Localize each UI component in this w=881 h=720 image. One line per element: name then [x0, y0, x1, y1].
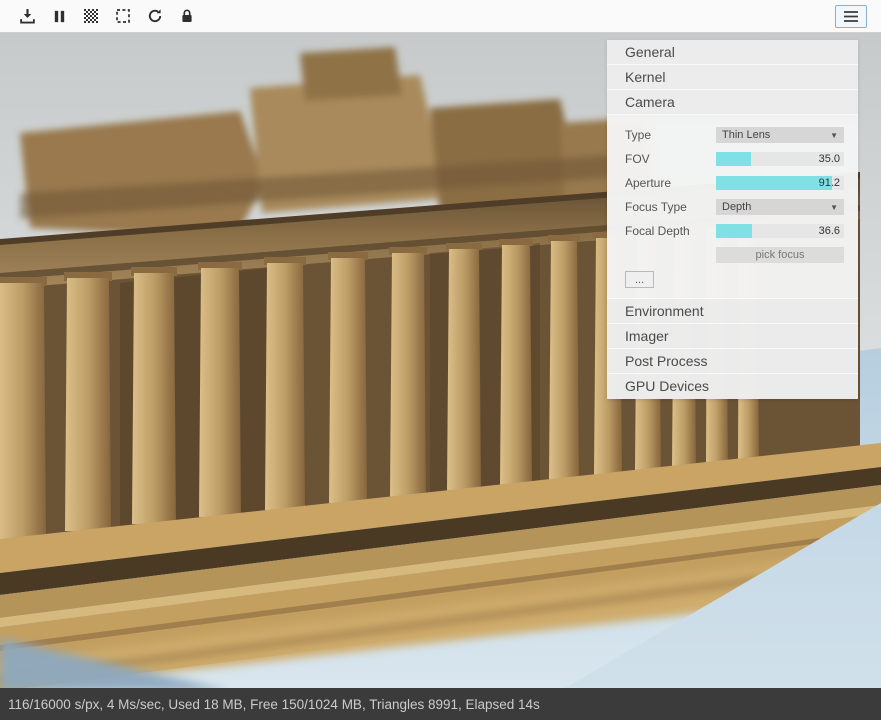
- pick-focus-row: pick focus: [625, 243, 844, 267]
- settings-panel: General Kernel Camera Type Thin Lens ▼ F…: [607, 40, 858, 399]
- focus-type-row: Focus Type Depth ▼: [625, 195, 844, 219]
- focus-type-label: Focus Type: [625, 200, 687, 214]
- render-viewport[interactable]: General Kernel Camera Type Thin Lens ▼ F…: [0, 33, 881, 688]
- section-post-process[interactable]: Post Process: [607, 349, 858, 374]
- fov-label: FOV: [625, 152, 650, 166]
- aperture-value: 91.2: [818, 177, 840, 189]
- more-options-button[interactable]: ...: [625, 271, 655, 288]
- aperture-slider-fill: [716, 176, 833, 190]
- focal-depth-slider-fill: [716, 224, 752, 238]
- dither-grid-icon: [84, 9, 98, 23]
- status-bar: 116/16000 s/px, 4 Ms/sec, Used 18 MB, Fr…: [0, 688, 881, 720]
- more-row: ...: [625, 267, 844, 288]
- dither-button[interactable]: [78, 4, 104, 28]
- toolbar: [0, 0, 881, 33]
- focus-type-select[interactable]: Depth ▼: [716, 199, 844, 215]
- restart-render-icon: [148, 9, 162, 23]
- section-camera[interactable]: Camera: [607, 90, 858, 115]
- chevron-down-icon: ▼: [830, 130, 838, 140]
- focal-depth-row: Focal Depth 36.6: [625, 219, 844, 243]
- focal-depth-value: 36.6: [818, 225, 840, 237]
- download-icon: [19, 8, 35, 23]
- fov-slider-fill: [716, 152, 751, 166]
- pick-focus-button[interactable]: pick focus: [716, 247, 844, 263]
- render-stats-text: 116/16000 s/px, 4 Ms/sec, Used 18 MB, Fr…: [8, 696, 540, 712]
- download-button[interactable]: [14, 4, 40, 28]
- menu-button[interactable]: [835, 4, 867, 28]
- section-kernel[interactable]: Kernel: [607, 65, 858, 90]
- lock-icon: [182, 9, 192, 22]
- fov-row: FOV 35.0: [625, 147, 844, 171]
- section-general[interactable]: General: [607, 40, 858, 65]
- focus-type-value: Depth: [722, 201, 752, 213]
- camera-type-value: Thin Lens: [722, 129, 771, 141]
- fov-value: 35.0: [818, 153, 840, 165]
- restart-render-button[interactable]: [142, 4, 168, 28]
- focal-depth-slider[interactable]: 36.6: [716, 224, 844, 238]
- focal-depth-label: Focal Depth: [625, 224, 690, 238]
- selection-region-icon: [116, 9, 130, 23]
- lock-button[interactable]: [174, 4, 200, 28]
- menu-icon: [844, 10, 858, 22]
- chevron-down-icon: ▼: [830, 202, 838, 212]
- region-select-button[interactable]: [110, 4, 136, 28]
- aperture-slider[interactable]: 91.2: [716, 176, 844, 190]
- aperture-label: Aperture: [625, 176, 672, 190]
- camera-type-row: Type Thin Lens ▼: [625, 123, 844, 147]
- pause-icon: [54, 10, 64, 22]
- camera-settings: Type Thin Lens ▼ FOV 35.0 Aperture 91.2 …: [607, 115, 858, 299]
- camera-type-label: Type: [625, 128, 652, 142]
- section-gpu-devices[interactable]: GPU Devices: [607, 374, 858, 399]
- fov-slider[interactable]: 35.0: [716, 152, 844, 166]
- camera-type-select[interactable]: Thin Lens ▼: [716, 127, 844, 143]
- section-imager[interactable]: Imager: [607, 324, 858, 349]
- app-window: General Kernel Camera Type Thin Lens ▼ F…: [0, 0, 881, 720]
- pause-button[interactable]: [46, 4, 72, 28]
- aperture-row: Aperture 91.2: [625, 171, 844, 195]
- section-environment[interactable]: Environment: [607, 299, 858, 324]
